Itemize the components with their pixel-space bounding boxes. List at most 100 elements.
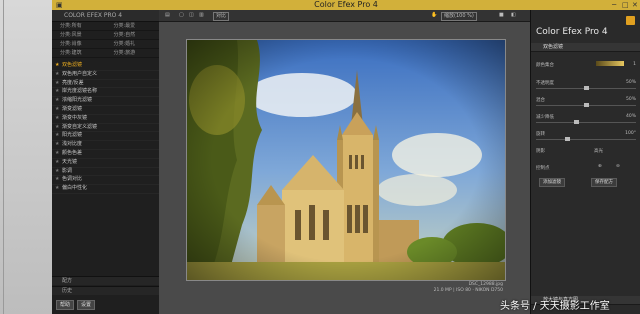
nik-logo-icon <box>626 16 635 25</box>
app-menu-icon[interactable]: ▣ <box>56 0 63 10</box>
watermark: 头条号 / 天天摄影工作室 <box>500 301 610 312</box>
favorite-star-icon[interactable]: ★ <box>55 97 59 105</box>
filter-list-item[interactable]: ★ 渐变中灰镜 <box>52 115 159 124</box>
loupe-icon[interactable]: ◧ <box>511 12 516 19</box>
slider-knob[interactable] <box>574 120 579 124</box>
filter-list-item[interactable]: ★ 岸光度滤镜名称 <box>52 88 159 98</box>
history-section[interactable]: 历史 <box>52 286 159 295</box>
add-point-icon[interactable]: ⊕ <box>598 164 602 169</box>
filter-list-item[interactable]: ★ 色调对比 <box>52 176 159 186</box>
maximize-icon[interactable]: □ <box>622 0 629 10</box>
color-set-swatch[interactable] <box>596 61 624 66</box>
category-tab[interactable]: 分类:所有 <box>52 22 106 31</box>
remove-point-icon[interactable]: ⊖ <box>616 164 620 169</box>
side-by-side-icon[interactable]: ▥ <box>199 12 204 19</box>
slider-value: 50% <box>625 97 636 102</box>
slider-track[interactable] <box>536 139 636 140</box>
desktop-edge <box>0 0 52 314</box>
filter-list-item[interactable]: ★ 颜色色差 <box>52 150 159 159</box>
category-tab[interactable]: 分类:风景 <box>52 31 106 40</box>
slider-track[interactable] <box>536 122 636 123</box>
filter-list-item[interactable]: ★ 阳光滤镜 <box>52 132 159 142</box>
filter-list-item[interactable]: ★ 双色滤镜 <box>52 62 159 71</box>
photo-preview <box>186 39 506 281</box>
filter-list: ★ 双色滤镜 ★ 双色用户自定义 ★ 亮度/反差 ★ 岸光度滤镜名称 ★ 浓缩阳光滤镜 ★ 渐变滤镜 ★… <box>52 62 159 194</box>
filter-list-item[interactable]: ★ 偏白中性化 <box>52 185 159 194</box>
favorite-star-icon[interactable]: ★ <box>55 62 59 70</box>
filter-list-item[interactable]: ★ 浅对比度 <box>52 141 159 150</box>
filter-name: 浅对比度 <box>62 141 83 148</box>
hand-tool-icon[interactable]: ✋ <box>431 12 437 19</box>
title-bar: Color Efex Pro 4 ▣ ─ □ ✕ <box>52 0 640 10</box>
favorite-star-icon[interactable]: ★ <box>55 132 59 140</box>
slider-knob[interactable] <box>583 86 589 90</box>
filter-name: 天光镜 <box>62 158 78 165</box>
slider-knob[interactable] <box>583 103 589 107</box>
recipes-section[interactable]: 配方 <box>52 276 159 285</box>
filter-name: 影调 <box>62 167 73 174</box>
compare-button[interactable]: 对比 <box>213 12 230 21</box>
slider-label: 减少降低 <box>536 115 554 120</box>
category-tab[interactable]: 分类:最爱 <box>105 22 159 31</box>
filter-list-item[interactable]: ★ 双色用户自定义 <box>52 71 159 80</box>
category-tab[interactable]: 分类:婚礼 <box>105 40 159 49</box>
control-points[interactable]: 控制点 ⊕ ⊖ <box>536 164 636 179</box>
slider-label: 混合 <box>536 98 545 103</box>
add-filter-button[interactable]: 添加滤镜 <box>539 178 565 187</box>
save-recipe-button[interactable]: 保存配方 <box>591 178 617 187</box>
category-tab[interactable]: 分类:建筑 <box>52 49 106 58</box>
color-set-control[interactable]: 颜色集合 1 <box>536 61 636 76</box>
slider-control[interactable]: 混合 50% <box>536 97 636 111</box>
filter-name: 渐变滤镜 <box>62 105 83 112</box>
slider-value: 50% <box>625 80 636 85</box>
favorite-star-icon[interactable]: ★ <box>55 141 59 149</box>
filter-list-item[interactable]: ★ 浓缩阳光滤镜 <box>52 97 159 106</box>
favorite-star-icon[interactable]: ★ <box>55 124 59 132</box>
favorite-star-icon[interactable]: ★ <box>55 106 59 114</box>
slider-value: 100° <box>625 131 636 136</box>
close-icon[interactable]: ✕ <box>632 0 638 10</box>
favorite-star-icon[interactable]: ★ <box>55 176 59 184</box>
slider-control[interactable]: 不透明度 50% <box>536 80 636 94</box>
slider-value: 40% <box>625 114 636 119</box>
panel-toggle-icon[interactable]: ▤ <box>165 12 170 19</box>
favorite-star-icon[interactable]: ★ <box>55 185 59 193</box>
filter-name: 阳光滤镜 <box>62 132 83 139</box>
minimize-icon[interactable]: ─ <box>612 0 616 10</box>
adjustment-panel: Color Efex Pro 4 双色滤镜 颜色集合 1 不透明度 50% 混合 50… <box>530 10 640 314</box>
zoom-dropdown[interactable]: 缩放(100 %) <box>441 12 477 21</box>
filter-list-item[interactable]: ★ 天光镜 <box>52 159 159 168</box>
brand-title: Color Efex Pro 4 <box>536 27 608 37</box>
favorite-star-icon[interactable]: ★ <box>55 88 59 96</box>
help-button[interactable]: 帮助 <box>56 300 75 310</box>
image-filename: DSC_12988.jpg <box>468 282 503 287</box>
single-view-icon[interactable]: ▢ <box>179 12 184 19</box>
favorite-star-icon[interactable]: ★ <box>55 168 59 176</box>
slider-control[interactable]: 减少降低 40% <box>536 114 636 128</box>
filter-name: 渐变中灰镜 <box>62 114 88 121</box>
filter-list-item[interactable]: ★ 渐变滤镜 <box>52 106 159 115</box>
slider-control[interactable]: 旋转 100° <box>536 131 636 145</box>
favorite-star-icon[interactable]: ★ <box>55 71 59 79</box>
shadows-highlights-control[interactable]: 阴影 高光 <box>536 148 636 162</box>
filter-name: 双色用户自定义 <box>62 70 98 77</box>
filter-section-header[interactable]: 双色滤镜 <box>531 43 640 52</box>
favorite-star-icon[interactable]: ★ <box>55 150 59 158</box>
window-title: Color Efex Pro 4 <box>314 0 378 9</box>
settings-button[interactable]: 设置 <box>77 300 96 310</box>
split-view-icon[interactable]: ◫ <box>189 12 194 19</box>
preview-toolbar: ▤ ▢ ◫ ▥ 对比 ✋ 缩放(100 %) ■ ◧ <box>159 10 530 22</box>
filter-browser-panel: COLOR EFEX PRO 4 分类:所有 分类:最爱 分类:风景 分类:自然 分类:… <box>52 10 159 314</box>
favorite-star-icon[interactable]: ★ <box>55 159 59 167</box>
filter-name: 颜色色差 <box>62 149 83 156</box>
slider-label: 旋转 <box>536 132 545 137</box>
category-tab[interactable]: 分类:肖像 <box>52 40 106 49</box>
slider-knob[interactable] <box>564 137 570 141</box>
category-tab[interactable]: 分类:旅游 <box>105 49 159 58</box>
category-tab[interactable]: 分类:自然 <box>105 31 159 40</box>
favorite-star-icon[interactable]: ★ <box>55 80 59 88</box>
favorite-star-icon[interactable]: ★ <box>55 115 59 123</box>
image-info: 21.0 MP | ISO 80 · NIKON D750 <box>433 288 503 293</box>
background-toggle-icon[interactable]: ■ <box>499 12 504 19</box>
preview-area: ▤ ▢ ◫ ▥ 对比 ✋ 缩放(100 %) ■ ◧ DSC_12988.jpg… <box>159 10 530 314</box>
